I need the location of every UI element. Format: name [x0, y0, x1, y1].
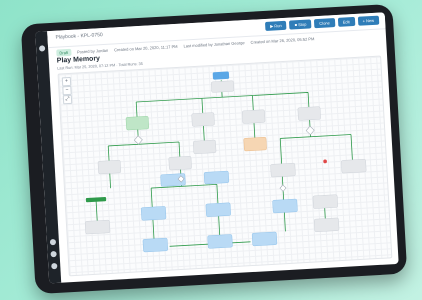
node-blue-2 [203, 170, 230, 185]
node-gray-7 [193, 139, 217, 155]
node-blue-7 [207, 234, 233, 249]
node-blue-4 [205, 202, 231, 217]
error-indicator [323, 159, 327, 164]
new-button[interactable]: + New [357, 15, 380, 26]
modified-on: Created on Mar 26, 2020, 05:52 PM [250, 36, 315, 45]
node-gray-5 [97, 159, 122, 175]
workflow-graph [84, 71, 367, 253]
node-green-1 [125, 116, 149, 131]
created-by: Posted by Jordan [76, 47, 109, 55]
node-orange-1 [243, 137, 267, 152]
page-title: Play Memory [56, 55, 101, 65]
node-green-2 [85, 196, 107, 203]
node-blue-3 [140, 206, 167, 221]
main-content: Playbook - KPL-0750 ▶ Run ■ Stop Clone E… [47, 12, 399, 282]
modified-by: Last modified by Jonathan George [183, 40, 245, 49]
node-gray-10 [312, 194, 338, 209]
breadcrumb[interactable]: Playbook - KPL-0750 [55, 32, 103, 41]
tablet-device: Playbook - KPL-0750 ▶ Run ■ Stop Clone E… [20, 3, 408, 295]
node-gray-4 [297, 106, 321, 121]
node-gray-12 [314, 217, 340, 233]
node-gray-1 [211, 80, 235, 93]
node-gray-2 [191, 112, 215, 127]
decision-nodes [133, 125, 315, 192]
node-gray-8 [270, 162, 296, 178]
help-icon[interactable] [50, 250, 57, 258]
created-on: Created on Mar 20, 2020, 11:17 PM [113, 43, 178, 53]
node-gray-3 [242, 109, 266, 124]
start-node [212, 71, 230, 80]
workflow-nodes [84, 71, 367, 253]
settings-icon[interactable] [49, 238, 57, 246]
node-blue-5 [272, 198, 298, 214]
status-badge: Draft [56, 48, 72, 57]
run-button[interactable]: ▶ Run [264, 20, 287, 31]
action-buttons: ▶ Run ■ Stop Clone Edit + New [264, 15, 380, 31]
stop-button[interactable]: ■ Stop [289, 19, 312, 30]
node-gray-9 [341, 158, 367, 174]
app-screen: Playbook - KPL-0750 ▶ Run ■ Stop Clone E… [35, 12, 399, 284]
node-gray-11 [84, 219, 111, 235]
node-blue-8 [251, 231, 278, 247]
node-blue-6 [142, 237, 168, 253]
workflow-canvas[interactable]: + − ⤢ [57, 55, 393, 277]
home-icon[interactable] [38, 45, 46, 52]
user-icon[interactable] [51, 262, 58, 270]
edit-button[interactable]: Edit [337, 16, 355, 27]
node-gray-6 [168, 156, 192, 171]
clone-button[interactable]: Clone [314, 18, 336, 29]
